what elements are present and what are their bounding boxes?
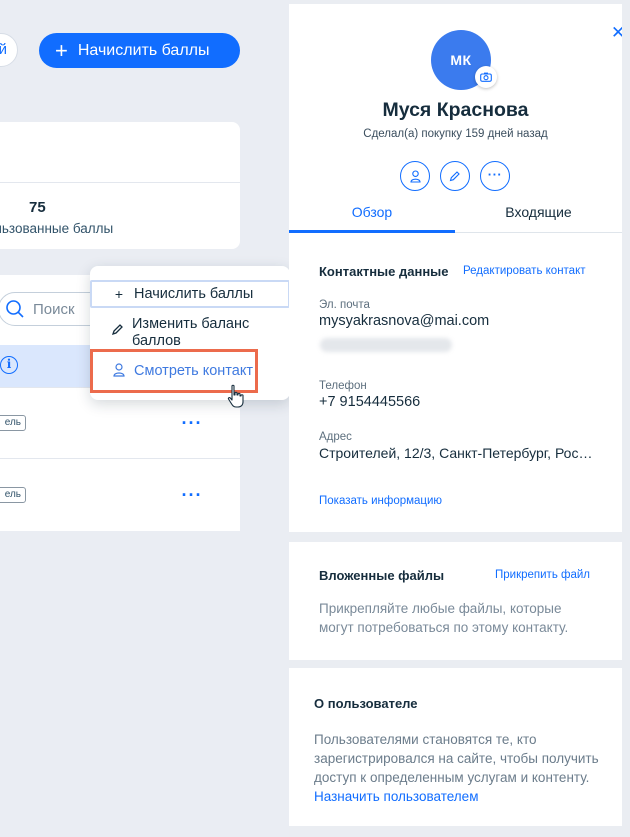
menu-item-edit-balance[interactable]: Изменить баланс баллов: [90, 316, 290, 350]
menu-item-label: Смотреть контакт: [134, 363, 253, 379]
phone-value[interactable]: +7 9154445566: [319, 394, 420, 410]
active-tab-indicator: [289, 230, 455, 233]
add-points-button[interactable]: + Начислить баллы: [39, 33, 240, 68]
about-description: Пользователями становятся те, кто зареги…: [314, 730, 604, 806]
contact-panel: ✕ МК Муся Краснова Сделал(а) покупку 159…: [289, 4, 630, 837]
contact-info-title: Контактные данные: [319, 264, 449, 279]
edit-contact-link[interactable]: Редактировать контакт: [463, 265, 586, 277]
last-purchase-note: Сделал(а) покупку 159 дней назад: [363, 128, 548, 140]
plus-icon: +: [55, 37, 68, 63]
edit-contact-button[interactable]: [440, 161, 470, 191]
used-points-value: 75: [29, 199, 46, 216]
info-icon[interactable]: i: [0, 356, 18, 374]
person-icon: [110, 362, 128, 380]
row-tag: ель: [0, 415, 26, 431]
row-tag: ель: [0, 487, 26, 503]
attach-file-link[interactable]: Прикрепить файл: [495, 569, 590, 581]
assign-user-link[interactable]: Назначить пользователем: [314, 789, 478, 804]
address-value: Строителей, 12/3, Санкт-Петербург, Рос…: [319, 445, 593, 461]
about-text: Пользователями становятся те, кто зареги…: [314, 732, 599, 785]
hand-cursor-icon: [227, 384, 244, 408]
about-title: О пользователе: [314, 696, 418, 711]
menu-item-label: Изменить баланс баллов: [132, 316, 250, 349]
secondary-button[interactable]: й: [0, 33, 18, 67]
row-more-button[interactable]: ···: [181, 486, 203, 504]
used-points-label: льзованные баллы: [0, 221, 114, 236]
menu-item-add-points[interactable]: + Начислить баллы: [90, 280, 290, 308]
contact-header: ✕ МК Муся Краснова Сделал(а) покупку 159…: [289, 4, 625, 236]
show-info-link[interactable]: Показать информацию: [319, 495, 442, 507]
pencil-icon: [108, 316, 126, 340]
blurred-field: [320, 338, 452, 352]
tab-inbox[interactable]: Входящие: [455, 204, 622, 234]
phone-label: Телефон: [319, 380, 367, 392]
person-icon: [409, 169, 421, 183]
address-label: Адрес: [319, 431, 352, 443]
search-placeholder: Поиск: [33, 300, 75, 318]
camera-icon[interactable]: [475, 66, 497, 88]
more-actions-button[interactable]: ···: [480, 161, 510, 191]
files-description: Прикрепляйте любые файлы, которые могут …: [319, 601, 569, 635]
contact-name: Муся Краснова: [382, 99, 529, 121]
points-page: й + Начислить баллы 75 льзованные баллы …: [0, 0, 290, 837]
contact-info-section: Контактные данные Редактировать контакт …: [289, 236, 622, 532]
more-icon: ···: [487, 166, 503, 182]
attached-files-section: Вложенные файлы Прикрепить файл Прикрепл…: [289, 542, 622, 660]
contact-profile-button[interactable]: [400, 161, 430, 191]
row-more-button[interactable]: ···: [181, 414, 203, 432]
search-icon: [6, 300, 24, 318]
email-label: Эл. почта: [319, 299, 370, 311]
menu-item-label: Начислить баллы: [134, 286, 254, 302]
about-user-section: О пользователе Пользователями становятся…: [289, 668, 622, 826]
panel-scrollbar[interactable]: [622, 4, 630, 837]
email-value[interactable]: mysyakrasnova@mai.com: [319, 313, 489, 329]
plus-icon: +: [114, 286, 124, 302]
files-title: Вложенные файлы: [319, 568, 445, 583]
pencil-icon: [449, 171, 460, 182]
add-points-label: Начислить баллы: [77, 41, 210, 59]
